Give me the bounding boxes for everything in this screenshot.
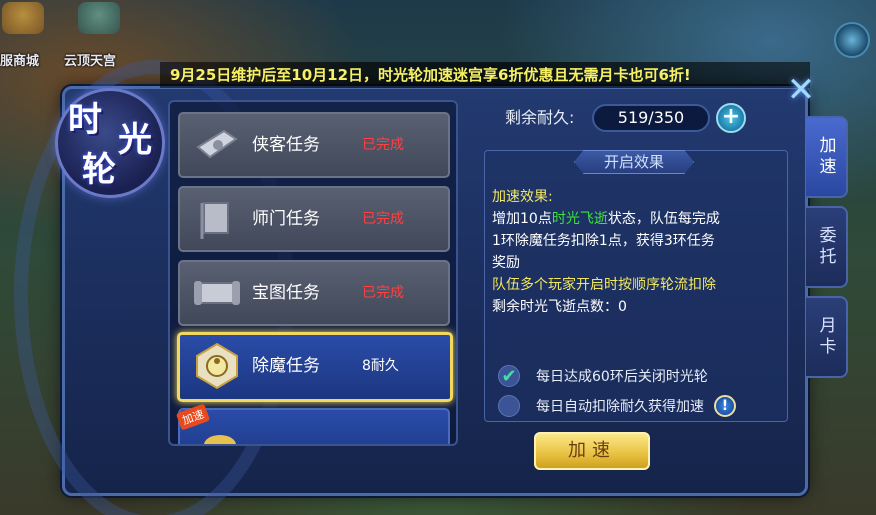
check-icon: ✔ [501, 365, 517, 387]
task-name: 师门任务 [252, 209, 320, 229]
minimap-orb-icon[interactable] [834, 22, 870, 58]
effect-description: 加速效果: 增加10点时光飞逝状态，队伍每完成 1环除魔任务扣除1点，获得3环任… [492, 186, 782, 318]
effect-heading: 加速效果: [492, 189, 553, 205]
mall-icon[interactable] [2, 2, 44, 34]
map-scroll-icon [190, 268, 244, 318]
close-icon[interactable]: ✕ [784, 73, 818, 108]
announcement-marquee: 9月25日维护后至10月12日，时光轮加速迷宫享6折优惠且无需月卡也可6折! [160, 62, 810, 88]
option-label: 每日自动扣除耐久获得加速 [536, 399, 704, 415]
title-char-2: 光 [118, 120, 152, 160]
cloud-palace-icon[interactable] [78, 2, 120, 34]
task-status: 已完成 [362, 137, 404, 153]
taiji-icon [190, 341, 244, 391]
effect-line-3: 奖励 [492, 255, 520, 271]
mall-label: 服商城 [0, 54, 40, 69]
task-item-shimen[interactable]: 师门任务 已完成 [178, 186, 450, 252]
effect-line-4: 队伍多个玩家开启时按顺序轮流扣除 [492, 277, 716, 293]
task-status: 已完成 [362, 285, 404, 301]
tab-commission[interactable]: 委托 [806, 206, 848, 288]
speed-up-button[interactable]: 加速 [534, 432, 650, 470]
effect-title: 开启效果 [574, 150, 694, 174]
task-durability: 8耐久 [362, 358, 399, 374]
task-item-chumo[interactable]: 除魔任务 8耐久 [177, 332, 453, 402]
top-left-icons: 服商城 云顶天宫 [0, 0, 160, 69]
title-char-1: 时 [68, 100, 102, 140]
task-item-xiake[interactable]: 侠客任务 已完成 [178, 112, 450, 178]
option-auto-close[interactable]: ✔ 每日达成60环后关闭时光轮 [498, 364, 708, 388]
effect-line-1: 增加10点时光飞逝状态，队伍每完成 [492, 211, 720, 227]
task-item-baotu[interactable]: 宝图任务 已完成 [178, 260, 450, 326]
option-label: 每日达成60环后关闭时光轮 [536, 369, 708, 385]
scroll-icon [190, 120, 244, 170]
effect-line-2: 1环除魔任务扣除1点，获得3环任务 [492, 233, 715, 249]
tab-speedup[interactable]: 加速 [806, 116, 848, 198]
title-char-3: 轮 [82, 150, 116, 190]
durability-value: 519/350 [592, 104, 710, 132]
durability-label: 剩余耐久: [505, 108, 575, 127]
checkbox-unchecked[interactable] [498, 395, 520, 417]
task-status: 已完成 [362, 211, 404, 227]
add-durability-button[interactable]: + [716, 103, 746, 133]
cloud-palace-label: 云顶天宫 [64, 54, 117, 69]
checkbox-checked[interactable]: ✔ [498, 365, 520, 387]
task-name: 除魔任务 [252, 356, 320, 376]
info-icon[interactable]: ! [714, 395, 736, 417]
task-item-partial[interactable]: 加速 [175, 403, 450, 444]
effect-line-5: 剩余时光飞逝点数：0 [492, 299, 627, 315]
task-name: 宝图任务 [252, 283, 320, 303]
option-auto-deduct[interactable]: 每日自动扣除耐久获得加速 ! [498, 394, 736, 418]
tab-monthly-card[interactable]: 月卡 [806, 296, 848, 378]
task-name: 侠客任务 [252, 135, 320, 155]
banner-icon [190, 194, 244, 244]
task-list[interactable]: 侠客任务 已完成 师门任务 已完成 宝图任务 已完成 除魔任务 8耐久 加速 [168, 100, 458, 446]
